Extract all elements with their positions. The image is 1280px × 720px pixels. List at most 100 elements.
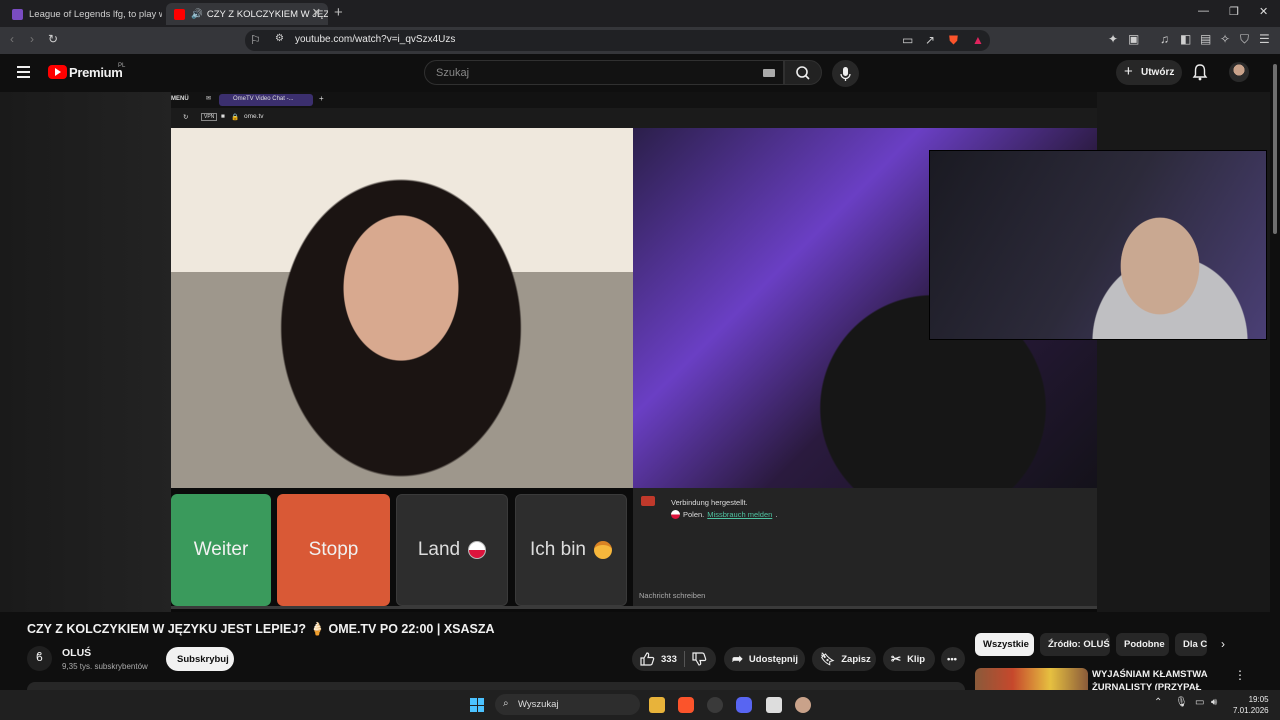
- tab-search-icon[interactable]: ▣: [1128, 32, 1139, 46]
- clock-date: 7.01.2026: [1233, 706, 1269, 715]
- poland-flag-icon: [671, 510, 680, 519]
- tab-title: CZY Z KOLCZYKIEM W JĘZYKU: [206, 8, 328, 20]
- clip-label: Klip: [907, 653, 926, 665]
- app-icon[interactable]: [795, 697, 811, 713]
- chip-all[interactable]: Wszystkie: [975, 633, 1034, 656]
- thumbs-down-icon[interactable]: [692, 652, 707, 666]
- leo-icon[interactable]: ✧: [1220, 32, 1230, 46]
- scrollbar-thumb[interactable]: [1273, 64, 1277, 234]
- search-button[interactable]: [784, 60, 822, 85]
- cast-icon[interactable]: ▭: [902, 33, 913, 47]
- chip-label: Źródło: OLUŚ: [1048, 639, 1110, 650]
- tray-chevron-icon[interactable]: ⌃: [1154, 697, 1162, 708]
- menu-icon[interactable]: [17, 66, 30, 78]
- bookmark-icon[interactable]: ⚐: [250, 33, 261, 47]
- brave-shield-icon[interactable]: ⛊: [949, 33, 958, 48]
- site-info-icon[interactable]: ⚙: [275, 33, 284, 44]
- subscribe-button[interactable]: Subskrybuj: [166, 647, 234, 671]
- more-vert-icon[interactable]: ⋮: [1234, 668, 1246, 682]
- stop-button-label: Stopp: [308, 539, 359, 560]
- report-abuse-link: Missbrauch melden: [707, 510, 773, 519]
- tab-league-of-legends[interactable]: League of Legends lfg, to play with L: [4, 3, 162, 25]
- rewards-icon[interactable]: ▲: [972, 33, 984, 47]
- twitch-icon: [12, 8, 23, 20]
- search-icon: [796, 66, 810, 80]
- back-icon[interactable]: ‹: [10, 32, 14, 46]
- country-button: Land: [396, 494, 508, 606]
- channel-avatar[interactable]: ϐ: [27, 646, 52, 671]
- minimize-icon[interactable]: —: [1198, 5, 1209, 17]
- chip-similar[interactable]: Podobne: [1116, 633, 1169, 656]
- inner-lock-icon: 🔒: [231, 114, 240, 121]
- voice-search-button[interactable]: [832, 60, 859, 87]
- youtube-logo-icon[interactable]: [48, 65, 67, 79]
- player-left-backdrop: [0, 92, 171, 612]
- new-tab-icon[interactable]: +: [334, 4, 343, 21]
- recommendation-thumbnail[interactable]: [975, 668, 1088, 690]
- clock-time: 19:05: [1248, 695, 1269, 704]
- premium-logo-text[interactable]: Premium: [69, 65, 123, 80]
- region-code: PL: [118, 63, 126, 69]
- vpn-icon[interactable]: ⛉: [1240, 32, 1249, 47]
- streamer-facecam-overlay: [929, 150, 1267, 340]
- youtube-header: Premium PL Szukaj + Utwórz: [0, 54, 1280, 92]
- windows-start-icon[interactable]: [470, 698, 484, 712]
- mic-icon: [840, 67, 851, 81]
- browser-tab-bar: League of Legends lfg, to play with L 🔊 …: [0, 0, 1280, 27]
- ometv-chat-panel: Verbindung hergestellt. Polen. Missbrauc…: [633, 488, 1097, 608]
- save-button[interactable]: 🔖︎ Zapisz: [812, 647, 876, 671]
- close-window-icon[interactable]: ✕: [1259, 5, 1268, 18]
- recommendation-title[interactable]: WYJAŚNIAM KŁAMSTWA ŻURNALISTY (PRZYPAŁ: [1092, 668, 1217, 690]
- inner-url-text: ome.tv: [244, 113, 264, 120]
- forward-icon[interactable]: ›: [30, 32, 34, 46]
- chat-country: Polen.: [683, 510, 705, 519]
- address-bar[interactable]: ⚐ ⚙ youtube.com/watch?v=i_qvSzx4Uzs ▭ ↗ …: [245, 30, 990, 51]
- clip-button[interactable]: ✂ Klip: [883, 647, 935, 671]
- embedded-browser-urlbar: ↻ VPN ■ 🔒 ome.tv: [171, 108, 1097, 128]
- chip-for-you[interactable]: Dla Ci: [1175, 633, 1207, 656]
- taskbar-search[interactable]: ⌕ Wyszukaj: [495, 694, 640, 715]
- next-button: Weiter: [171, 494, 271, 606]
- chat-status: Verbindung hergestellt.: [671, 498, 748, 507]
- notion-icon[interactable]: [766, 697, 782, 713]
- stranger-webcam-feed: [171, 128, 633, 488]
- video-player[interactable]: MENÜ ✉ OmeTV Video Chat -... + ↻ VPN ■ 🔒…: [0, 92, 1270, 612]
- media-icon[interactable]: ♫: [1160, 32, 1169, 46]
- sidebar-icon[interactable]: ◧: [1180, 32, 1191, 46]
- like-divider: [684, 651, 685, 667]
- volume-icon[interactable]: 🔊︎: [1211, 697, 1217, 708]
- video-progress-bar[interactable]: [171, 606, 1097, 609]
- mic-tray-icon[interactable]: 🎙︎: [1175, 697, 1188, 708]
- restore-icon[interactable]: ❐: [1229, 5, 1239, 18]
- steam-icon[interactable]: [707, 697, 723, 713]
- search-input[interactable]: Szukaj: [424, 60, 784, 85]
- reload-icon[interactable]: ↻: [48, 32, 58, 46]
- save-label: Zapisz: [841, 653, 871, 665]
- create-button[interactable]: + Utwórz: [1116, 60, 1182, 85]
- share-icon[interactable]: ↗: [925, 33, 935, 47]
- inner-tab-title: OmeTV Video Chat -...: [233, 96, 294, 102]
- more-actions-button[interactable]: •••: [941, 647, 965, 671]
- brave-browser-icon[interactable]: [678, 697, 694, 713]
- discord-icon[interactable]: [736, 697, 752, 713]
- extensions-icon[interactable]: ✦: [1108, 32, 1118, 46]
- menu-icon[interactable]: ☰: [1259, 32, 1270, 46]
- channel-name[interactable]: OLUŚ: [62, 647, 91, 659]
- wallet-icon[interactable]: ▤: [1200, 32, 1211, 46]
- tab-youtube-video[interactable]: 🔊 CZY Z KOLCZYKIEM W JĘZYKU ✕: [166, 3, 328, 25]
- file-explorer-icon[interactable]: [649, 697, 665, 713]
- like-button[interactable]: 333: [632, 647, 716, 671]
- gender-button: Ich bin: [515, 494, 627, 606]
- keyboard-icon[interactable]: [763, 69, 775, 77]
- close-tab-icon[interactable]: ✕: [312, 6, 321, 19]
- chevron-right-icon[interactable]: ›: [1221, 637, 1225, 651]
- notifications-bell-icon[interactable]: [1192, 63, 1208, 81]
- chip-from-channel[interactable]: Źródło: OLUŚ: [1040, 633, 1110, 656]
- account-avatar[interactable]: [1229, 62, 1249, 82]
- share-button[interactable]: ➦ Udostępnij: [724, 647, 805, 671]
- inner-newtab-icon: +: [319, 94, 324, 103]
- network-icon[interactable]: ▭: [1195, 697, 1204, 708]
- system-clock[interactable]: 19:05 7.01.2026: [1233, 694, 1269, 716]
- page-scrollbar[interactable]: [1270, 54, 1280, 690]
- channel-logo-icon: ϐ: [36, 650, 43, 664]
